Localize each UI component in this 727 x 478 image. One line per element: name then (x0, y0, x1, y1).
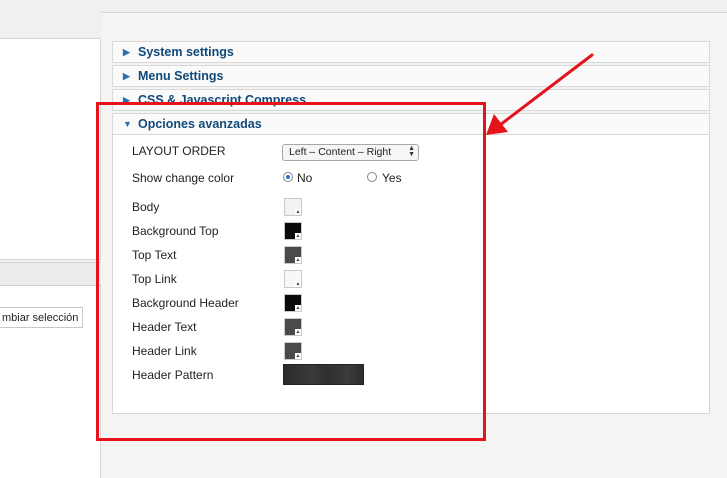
panel-system-settings[interactable]: ▶ System settings (112, 41, 710, 63)
collapsed-triangle-icon: ▶ (123, 47, 130, 57)
panel-title: Menu Settings (138, 69, 224, 83)
change-selection-button[interactable]: mbiar selección (0, 307, 83, 328)
annotation-highlight-box (96, 102, 486, 441)
sidebar-top-panel (0, 38, 101, 260)
panel-title: System settings (138, 45, 234, 59)
collapsed-triangle-icon: ▶ (123, 71, 130, 81)
sidebar-divider (0, 262, 101, 286)
panel-menu-settings[interactable]: ▶ Menu Settings (112, 65, 710, 87)
